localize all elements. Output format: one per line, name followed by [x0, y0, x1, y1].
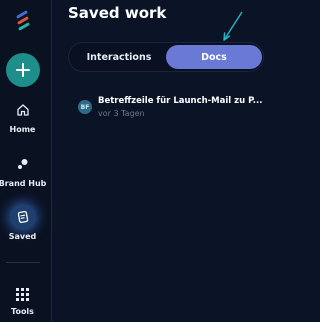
- avatar: BF: [78, 100, 92, 114]
- rail-divider: [6, 262, 40, 263]
- saved-icon: [9, 204, 36, 230]
- app-logo-icon[interactable]: [12, 10, 34, 32]
- grid-icon: [14, 285, 32, 303]
- tab-interactions[interactable]: Interactions: [71, 45, 167, 69]
- rail-item-home[interactable]: Home: [0, 101, 45, 134]
- brand-hub-icon: [14, 155, 32, 173]
- annotation-arrow-icon: [223, 11, 243, 41]
- rail-item-brand-hub[interactable]: Brand Hub: [0, 155, 47, 188]
- tab-docs[interactable]: Docs: [166, 45, 262, 69]
- plus-icon: [16, 63, 30, 77]
- doc-title: Betreffzeile für Launch-Mail zu P...: [98, 96, 263, 106]
- left-rail: Home Brand Hub Saved Tools: [0, 0, 52, 322]
- home-icon: [14, 101, 32, 119]
- rail-item-label: Home: [9, 125, 36, 134]
- doc-timestamp: vor 3 Tagen: [98, 109, 145, 118]
- view-toggle: Interactions Docs: [68, 42, 264, 72]
- rail-item-label: Brand Hub: [0, 179, 47, 188]
- list-item[interactable]: BF Betreffzeile für Launch-Mail zu P... …: [78, 96, 268, 122]
- rail-item-label: Tools: [11, 307, 34, 316]
- rail-item-label: Saved: [8, 232, 37, 241]
- page-title: Saved work: [68, 4, 167, 22]
- rail-item-tools[interactable]: Tools: [0, 285, 45, 316]
- rail-item-saved[interactable]: Saved: [0, 204, 45, 241]
- new-item-button[interactable]: [6, 53, 40, 87]
